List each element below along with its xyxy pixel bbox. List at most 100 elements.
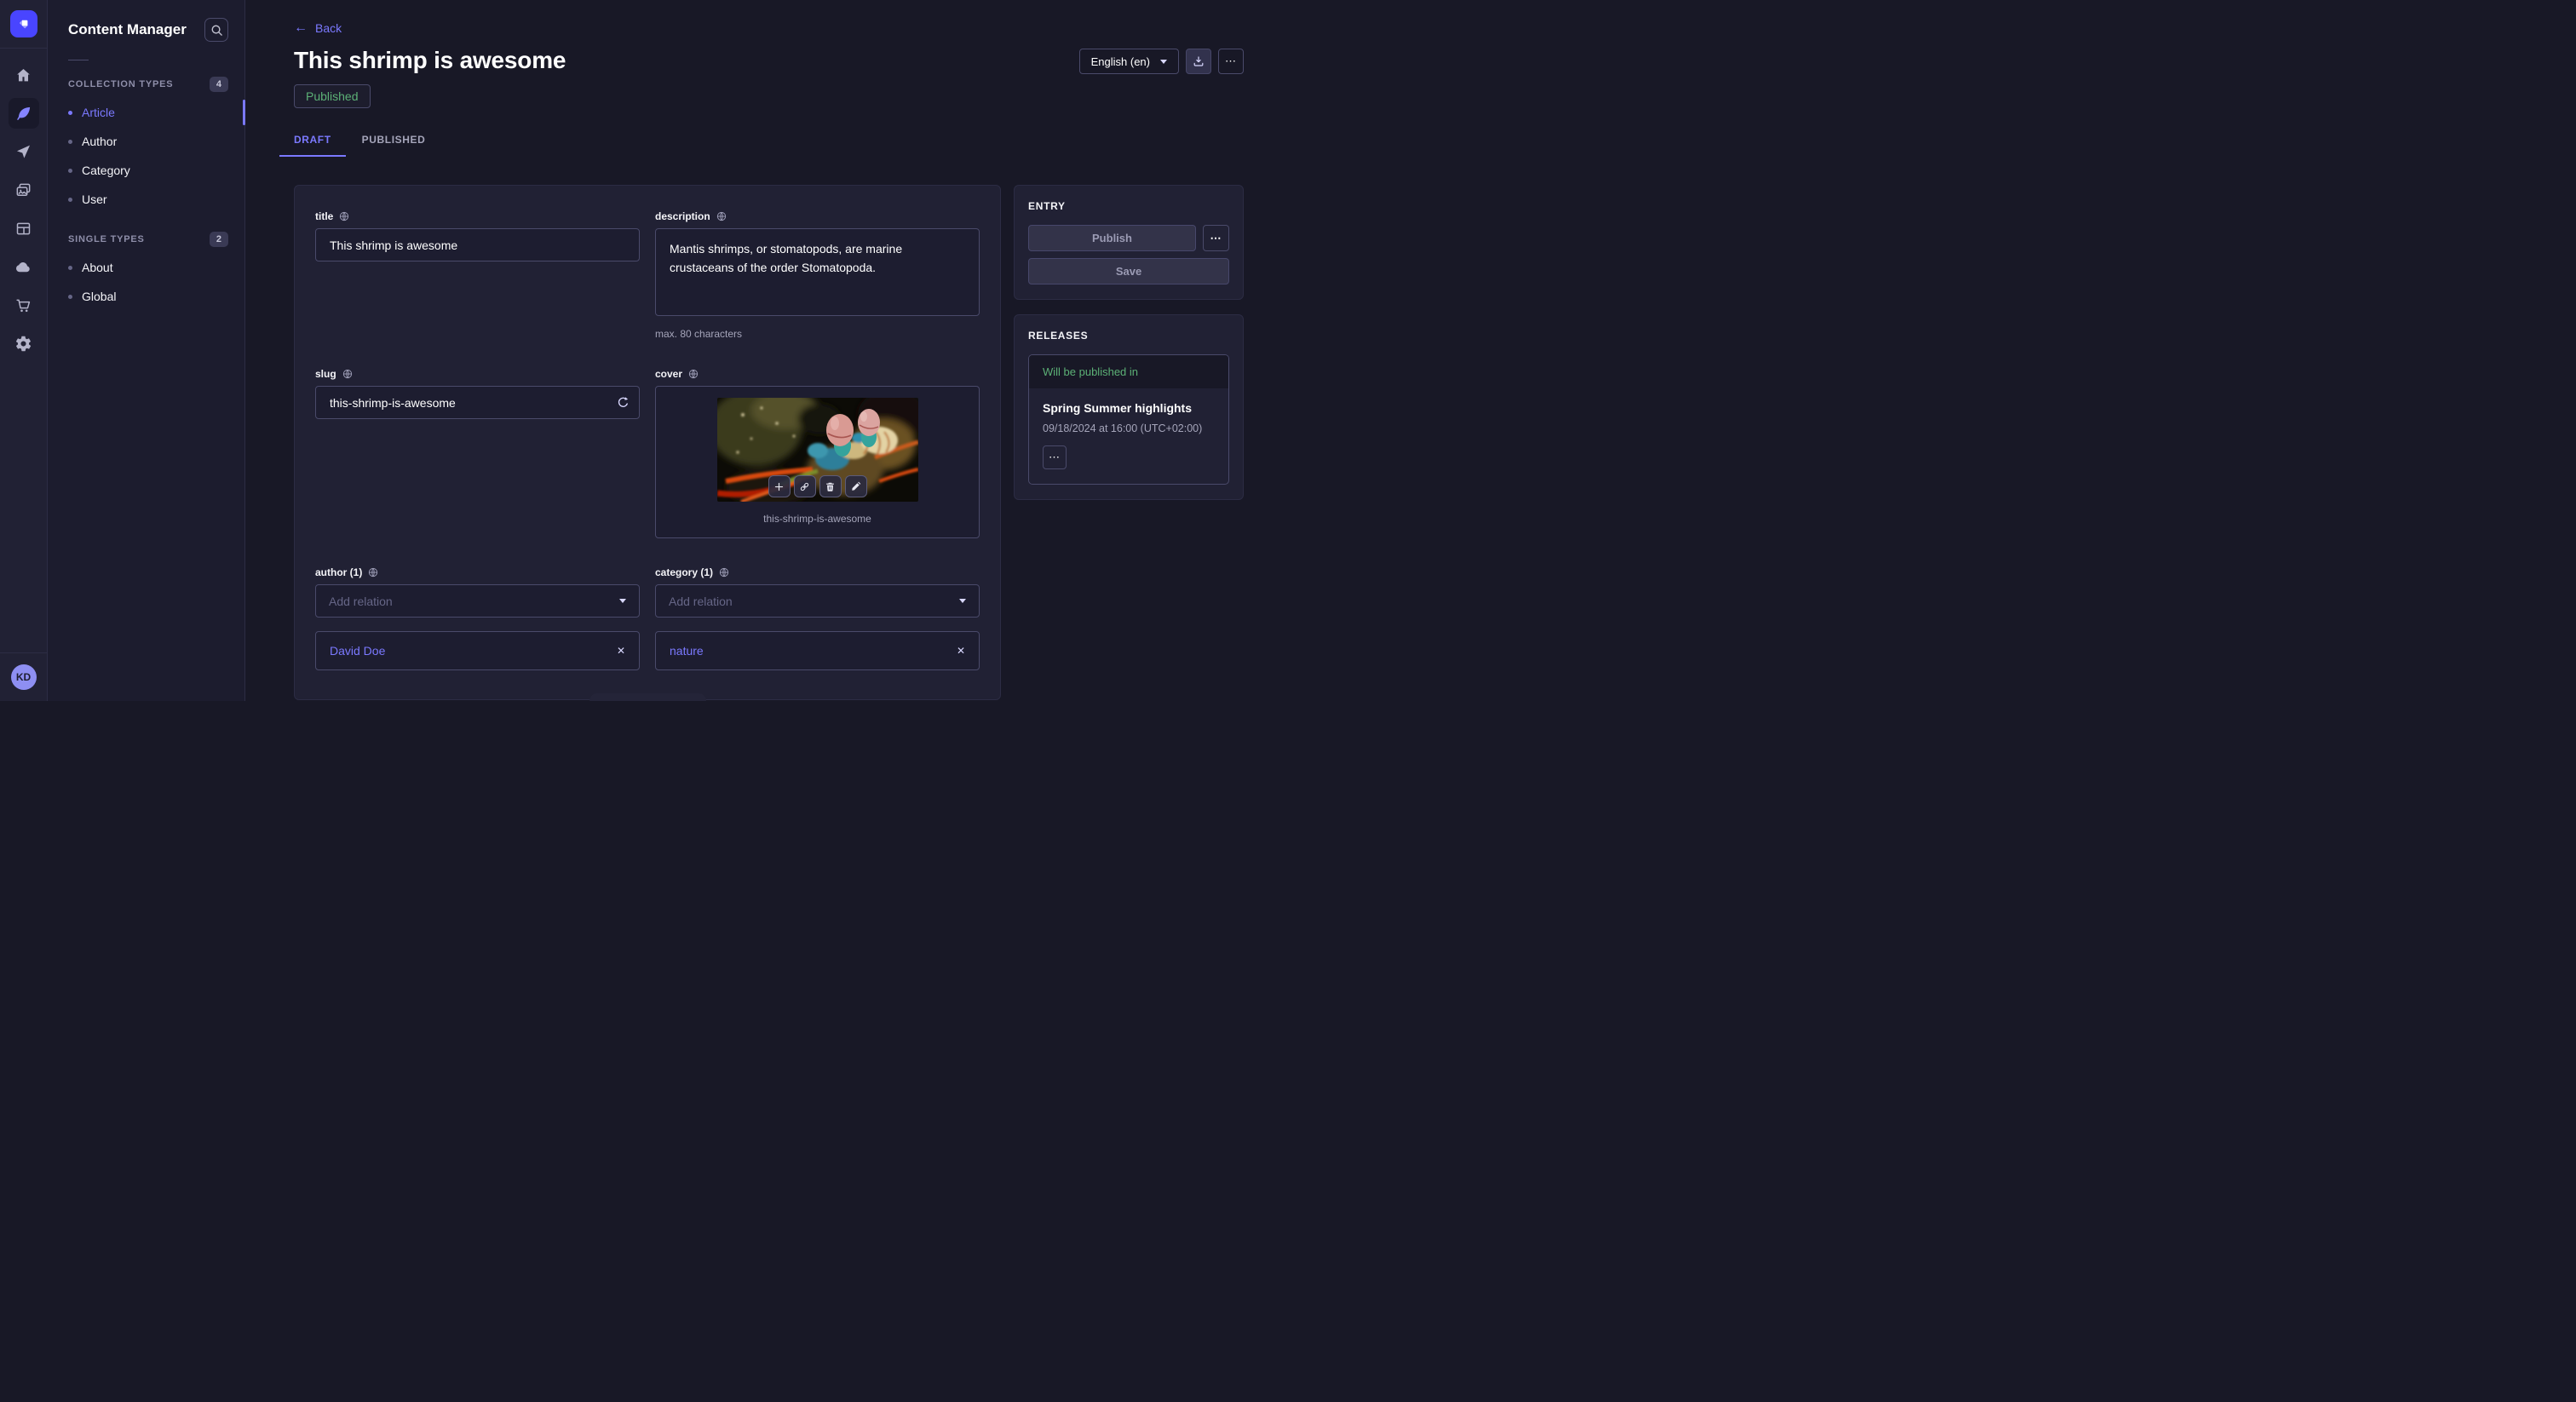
- cover-image: [717, 398, 918, 502]
- copy-link-button[interactable]: [794, 475, 816, 497]
- field-title: title: [315, 210, 640, 261]
- sidebar-item-label: Author: [82, 135, 117, 148]
- sidebar-item-label: Category: [82, 164, 130, 177]
- chevron-down-icon: [959, 599, 966, 603]
- author-relation-item: David Doe ✕: [315, 631, 640, 670]
- cart-icon[interactable]: [9, 290, 39, 320]
- bullet-icon: [68, 266, 72, 270]
- bullet-icon: [68, 169, 72, 173]
- cover-media-box: this-shrimp-is-awesome: [655, 386, 980, 538]
- chevron-down-icon: [1160, 60, 1167, 64]
- field-category: category (1) Add relation nature ✕: [655, 566, 980, 670]
- search-button[interactable]: [204, 18, 228, 42]
- sidebar-item-global[interactable]: Global: [48, 282, 244, 311]
- locale-select[interactable]: English (en): [1079, 49, 1179, 74]
- status-badge: Published: [294, 84, 371, 108]
- logo-container: [0, 0, 47, 49]
- release-more-button[interactable]: ⋯: [1043, 445, 1067, 469]
- bullet-icon: [68, 295, 72, 299]
- refresh-icon: [616, 395, 630, 410]
- add-media-button[interactable]: [768, 475, 791, 497]
- globe-icon: [688, 369, 699, 379]
- plus-icon: [773, 480, 785, 493]
- pencil-icon: [849, 480, 862, 493]
- release-card: Will be published in Spring Summer highl…: [1028, 354, 1229, 485]
- tab-published[interactable]: PUBLISHED: [362, 134, 426, 157]
- release-datetime: 09/18/2024 at 16:00 (UTC+02:00): [1043, 422, 1215, 434]
- category-relation-select[interactable]: Add relation: [655, 584, 980, 618]
- locale-select-value: English (en): [1091, 55, 1150, 68]
- rail-icon-nav: [0, 49, 47, 652]
- title-input[interactable]: [315, 228, 640, 261]
- sidebar-item-author[interactable]: Author: [48, 127, 244, 156]
- main-nav-rail: KD: [0, 0, 48, 701]
- remove-relation-button[interactable]: ✕: [617, 645, 625, 657]
- download-button[interactable]: [1186, 49, 1211, 74]
- search-icon: [210, 24, 223, 37]
- bullet-icon: [68, 111, 72, 115]
- release-status-text: Will be published in: [1029, 355, 1228, 388]
- sidebar-item-article[interactable]: Article: [48, 98, 244, 127]
- bullet-icon: [68, 140, 72, 144]
- collection-types-count-badge: 4: [210, 77, 228, 92]
- strapi-logo-glyph: [14, 14, 34, 34]
- header-more-button[interactable]: ⋯: [1218, 49, 1244, 74]
- download-icon: [1192, 55, 1205, 68]
- sidebar-item-user[interactable]: User: [48, 185, 244, 214]
- release-name: Spring Summer highlights: [1043, 401, 1215, 415]
- link-icon: [798, 480, 811, 493]
- sidebar-item-category[interactable]: Category: [48, 156, 244, 185]
- select-placeholder: Add relation: [669, 595, 733, 608]
- releases-panel-title: RELEASES: [1028, 330, 1229, 342]
- field-author: author (1) Add relation David Doe ✕: [315, 566, 640, 670]
- globe-icon: [339, 211, 349, 221]
- chevron-down-icon: [619, 599, 626, 603]
- entry-panel: ENTRY Publish ⋯ Save: [1014, 185, 1244, 300]
- sidebar-item-label: About: [82, 261, 113, 274]
- section-label: COLLECTION TYPES: [68, 79, 173, 89]
- right-panel-column: ENTRY Publish ⋯ Save RELEASES Will be pu…: [1014, 185, 1244, 700]
- bullet-icon: [68, 198, 72, 202]
- edit-media-button[interactable]: [845, 475, 867, 497]
- strapi-logo-icon[interactable]: [10, 10, 37, 37]
- entry-form-card: title description Mantis shrimps, or sto…: [294, 185, 1001, 700]
- user-avatar[interactable]: KD: [11, 664, 37, 690]
- main-content: ← Back This shrimp is awesome English (e…: [245, 0, 1288, 701]
- title-field-label: title: [315, 210, 333, 222]
- globe-icon: [342, 369, 353, 379]
- cloud-icon[interactable]: [9, 251, 39, 282]
- back-link[interactable]: ← Back: [294, 20, 342, 36]
- category-field-label: category (1): [655, 566, 713, 578]
- images-icon[interactable]: [9, 175, 39, 205]
- author-relation-select[interactable]: Add relation: [315, 584, 640, 618]
- regenerate-slug-button[interactable]: [611, 391, 635, 415]
- header-controls: English (en) ⋯: [1079, 49, 1244, 74]
- relation-link-nature[interactable]: nature: [670, 644, 704, 658]
- sidebar-item-label: Article: [82, 106, 115, 119]
- select-placeholder: Add relation: [329, 595, 393, 608]
- collection-types-header: COLLECTION TYPES 4: [48, 64, 244, 98]
- globe-icon: [368, 567, 378, 577]
- entry-panel-title: ENTRY: [1028, 200, 1229, 212]
- back-arrow-icon: ←: [294, 20, 308, 36]
- gear-icon[interactable]: [9, 328, 39, 359]
- sidebar-title: Content Manager: [68, 21, 187, 38]
- relation-link-david-doe[interactable]: David Doe: [330, 644, 385, 658]
- layout-icon[interactable]: [9, 213, 39, 244]
- sidebar-item-about[interactable]: About: [48, 253, 244, 282]
- home-icon[interactable]: [9, 60, 39, 90]
- save-button[interactable]: Save: [1028, 258, 1229, 284]
- entry-more-button[interactable]: ⋯: [1203, 225, 1229, 251]
- description-textarea[interactable]: Mantis shrimps, or stomatopods, are mari…: [655, 228, 980, 316]
- send-icon[interactable]: [9, 136, 39, 167]
- page-title: This shrimp is awesome: [294, 47, 566, 74]
- field-slug: slug: [315, 368, 640, 419]
- delete-media-button[interactable]: [819, 475, 842, 497]
- publish-button[interactable]: Publish: [1028, 225, 1196, 251]
- remove-relation-button[interactable]: ✕: [957, 645, 965, 657]
- cover-field-label: cover: [655, 368, 682, 380]
- description-helper-text: max. 80 characters: [655, 328, 980, 340]
- slug-input[interactable]: [315, 386, 640, 419]
- tab-draft[interactable]: DRAFT: [294, 134, 331, 157]
- feather-icon[interactable]: [9, 98, 39, 129]
